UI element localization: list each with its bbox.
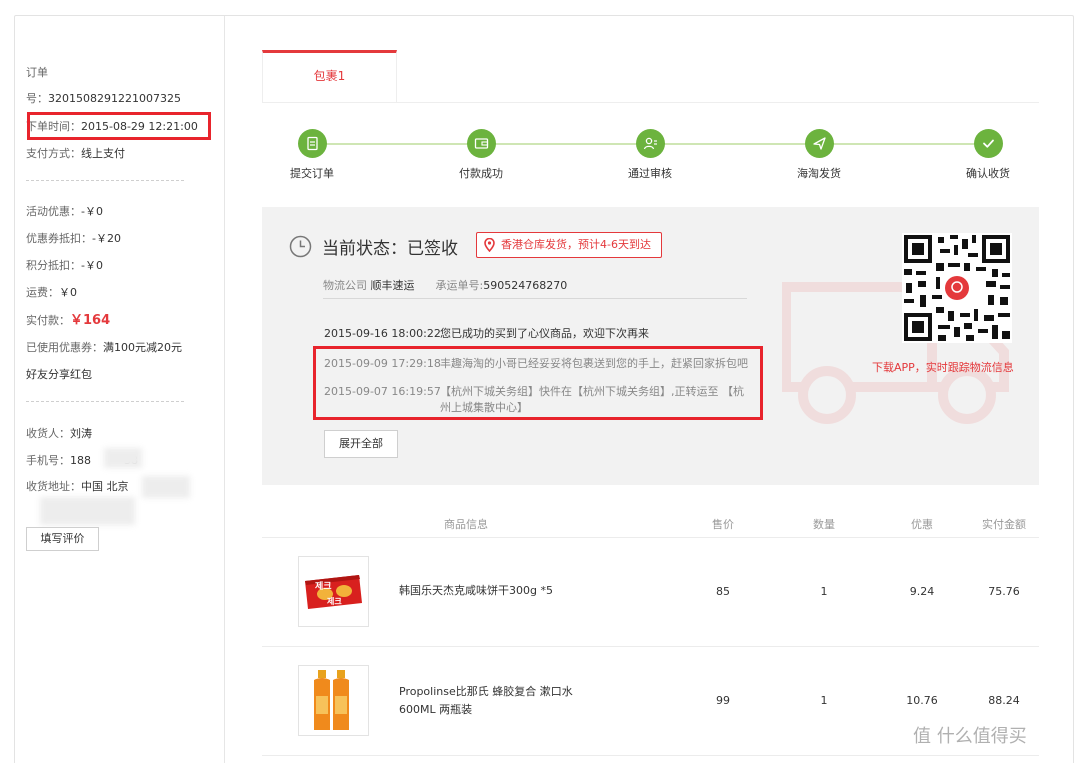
points-row: 积分抵扣：-￥0	[26, 259, 103, 272]
cracker-box-image: 제크 제크	[305, 575, 362, 609]
product-paid: 75.76	[988, 585, 1020, 598]
product-name[interactable]: Propolinse比那氏 蜂胶复合 漱口水 600ML 两瓶装	[399, 683, 573, 719]
product-name[interactable]: 韩国乐天杰克咸味饼干300g *5	[399, 582, 553, 600]
carrier-name: 顺丰速运	[370, 279, 415, 292]
tab-bar-line	[262, 102, 1039, 103]
product-qty: 1	[820, 585, 828, 598]
brand-logo-icon	[945, 276, 969, 300]
col-header-price: 售价	[712, 518, 734, 531]
address-redaction	[142, 476, 190, 498]
expand-all-button[interactable]: 展开全部	[324, 430, 398, 458]
col-header-discount: 优惠	[911, 518, 933, 531]
divider	[262, 537, 1039, 538]
divider	[323, 298, 747, 299]
receiver-row: 收货人：刘涛	[26, 427, 92, 440]
step-review-passed	[636, 129, 665, 158]
product-paid: 88.24	[988, 694, 1020, 707]
qr-code[interactable]	[902, 233, 1012, 343]
check-icon	[983, 139, 994, 148]
step-label: 通过审核	[628, 167, 672, 180]
product-discount: 9.24	[909, 585, 935, 598]
svg-text:제크: 제크	[327, 596, 342, 606]
wallet-icon	[474, 138, 489, 149]
user-check-icon	[643, 137, 657, 150]
order-time-highlight	[27, 112, 211, 140]
divider	[26, 180, 184, 181]
product-discount: 10.76	[906, 694, 938, 707]
svg-text:제크: 제크	[315, 580, 332, 592]
step-shipped	[805, 129, 834, 158]
promo-row: 活动优惠：-￥0	[26, 205, 103, 218]
product-thumbnail[interactable]: 제크 제크	[298, 556, 369, 627]
location-pin-icon	[484, 238, 495, 252]
phone-redaction	[104, 448, 142, 468]
step-label: 确认收货	[966, 167, 1010, 180]
col-header-qty: 数量	[813, 518, 835, 531]
divider	[26, 401, 184, 402]
tracking-highlight	[313, 346, 763, 420]
tracking-event: 2015-09-16 18:00:22您已成功的买到了心仪商品，欢迎下次再来	[324, 327, 649, 340]
address-redaction	[40, 497, 135, 525]
divider	[262, 646, 1039, 647]
order-label: 订单	[26, 66, 48, 79]
divider	[262, 755, 1039, 756]
step-label: 海淘发货	[797, 167, 841, 180]
step-confirm-receipt	[974, 129, 1003, 158]
airplane-icon	[813, 137, 826, 150]
payment-method-row: 支付方式：线上支付	[26, 147, 125, 160]
used-coupon-row: 已使用优惠券：满100元减20元	[26, 341, 182, 354]
clock-icon	[289, 235, 312, 258]
mouthwash-bottles-image	[314, 670, 349, 730]
step-label: 付款成功	[459, 167, 503, 180]
product-price: 85	[716, 585, 730, 598]
share-red-packet-link[interactable]: 好友分享红包	[26, 366, 92, 382]
order-number: 3201508291221007325	[48, 92, 181, 105]
col-header-product: 商品信息	[444, 518, 488, 531]
paid-amount-row: 实付款：￥164	[26, 313, 111, 328]
col-header-paid: 实付金额	[982, 518, 1026, 531]
step-payment-success	[467, 129, 496, 158]
document-icon	[307, 136, 318, 151]
address-row: 收货地址：中国 北京	[26, 480, 129, 493]
product-qty: 1	[820, 694, 828, 707]
paid-amount: ￥164	[70, 313, 111, 328]
app-download-caption: 下载APP，实时跟踪物流信息	[872, 361, 1014, 374]
product-thumbnail[interactable]	[298, 665, 369, 736]
site-watermark: 值 什么值得买	[913, 726, 1027, 747]
write-review-button[interactable]: 填写评价	[26, 527, 99, 551]
shipping-fee-row: 运费：￥0	[26, 286, 77, 299]
product-price: 99	[716, 694, 730, 707]
tab-package-1[interactable]: 包裹1	[262, 50, 397, 102]
coupon-row: 优惠券抵扣：-￥20	[26, 232, 121, 245]
order-number-row: 号：3201508291221007325	[26, 92, 181, 105]
step-label: 提交订单	[290, 167, 334, 180]
step-submit-order	[298, 129, 327, 158]
tracking-number: 590524768270	[483, 279, 568, 292]
ship-note-badge: 香港仓库发货，预计4-6天到达	[476, 232, 662, 258]
carrier-info: 物流公司 顺丰速运 承运单号:590524768270	[323, 279, 568, 292]
current-status: 当前状态：已签收	[322, 239, 458, 259]
